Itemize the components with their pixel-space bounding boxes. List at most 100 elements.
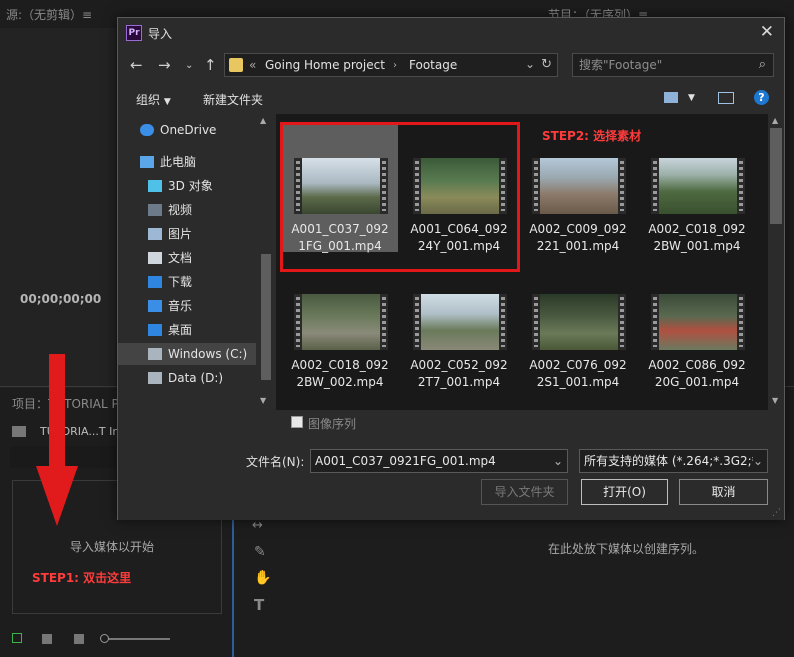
nav-item-downloads[interactable]: 下载 <box>148 271 192 293</box>
address-bar[interactable]: « Going Home project › Footage ⌄ ↻ <box>224 53 558 77</box>
step2-annotation: STEP2: 选择素材 <box>542 129 642 143</box>
file-list: A001_C037_092 1FG_001.mp4 A001_C064_092 24… <box>276 114 768 410</box>
filename-label: 文件名(N): <box>246 455 305 469</box>
nav-item-windows-c[interactable]: Windows (C:) <box>118 343 256 365</box>
breadcrumb-overflow[interactable]: « <box>249 58 256 72</box>
file-tile-8[interactable]: A002_C086_092 20G_001.mp4 <box>639 258 755 389</box>
picture-icon <box>148 228 162 240</box>
view-dropdown-icon[interactable]: ▼ <box>688 93 695 103</box>
nav-item-documents[interactable]: 文档 <box>148 247 192 269</box>
video-thumbnail <box>532 294 626 350</box>
document-icon <box>148 252 162 264</box>
file-tile-6[interactable]: A002_C052_092 2T7_001.mp4 <box>401 258 517 389</box>
caret-down-icon: ▼ <box>163 97 171 107</box>
close-icon[interactable]: ✕ <box>760 22 774 42</box>
drive-icon <box>148 348 162 360</box>
step1-annotation: STEP1: 双击这里 <box>32 571 132 585</box>
timeline-panel[interactable] <box>288 520 794 657</box>
red-arrow-down-icon <box>36 354 78 526</box>
panel-focus-edge <box>232 520 234 657</box>
video-icon <box>148 204 162 216</box>
cube-icon <box>148 180 162 192</box>
import-folder-button[interactable]: 导入文件夹 <box>481 479 568 505</box>
back-arrow-icon[interactable]: ← <box>130 56 143 74</box>
ripple-tool-icon[interactable]: ↔ <box>252 518 263 533</box>
file-name: A002_C052_092 2T7_001.mp4 <box>410 358 508 389</box>
computer-icon <box>140 156 154 168</box>
preview-pane-icon[interactable] <box>718 92 734 104</box>
organize-label: 组织 <box>136 93 161 107</box>
lock-icon[interactable] <box>12 633 22 643</box>
premiere-logo-icon: Pr <box>126 25 142 41</box>
nav-scrollbar-thumb[interactable] <box>261 254 271 380</box>
address-dropdown-icon[interactable]: ⌄ <box>525 57 535 71</box>
chevron-down-icon[interactable]: ⌄ <box>752 450 763 472</box>
list-view-icon[interactable] <box>42 634 52 644</box>
source-panel-title[interactable]: 源:（无剪辑）≡ <box>6 6 92 23</box>
search-icon[interactable]: ⌕ <box>759 57 766 72</box>
video-thumbnail <box>651 294 745 350</box>
import-dialog: Pr 导入 ✕ ← → ⌄ ↑ « Going Home project › F… <box>117 17 785 520</box>
hand-tool-icon[interactable]: ✋ <box>254 570 271 586</box>
scroll-down-icon[interactable]: ▼ <box>772 396 778 405</box>
source-timecode[interactable]: 00;00;00;00 <box>20 292 101 306</box>
scroll-down-icon[interactable]: ▼ <box>260 396 266 405</box>
file-scrollbar-thumb[interactable] <box>770 128 782 224</box>
dialog-title: 导入 <box>148 27 173 41</box>
type-tool-icon[interactable]: T <box>254 596 264 614</box>
zoom-slider[interactable] <box>102 638 170 640</box>
cancel-button[interactable]: 取消 <box>679 479 768 505</box>
nav-item-3d-objects[interactable]: 3D 对象 <box>148 175 213 197</box>
search-box[interactable]: ⌕ <box>572 53 774 77</box>
nav-item-onedrive[interactable]: OneDrive <box>140 119 216 141</box>
help-icon[interactable]: ? <box>754 90 769 105</box>
file-tile-5[interactable]: A002_C018_092 2BW_002.mp4 <box>282 258 398 389</box>
nav-item-pictures[interactable]: 图片 <box>148 223 192 245</box>
sequence-hint: 在此处放下媒体以创建序列。 <box>548 542 705 556</box>
video-thumbnail <box>651 158 745 214</box>
scroll-up-icon[interactable]: ▲ <box>260 116 266 125</box>
file-tile-4[interactable]: A002_C018_092 2BW_001.mp4 <box>639 122 755 253</box>
nav-item-desktop[interactable]: 桌面 <box>148 319 192 341</box>
breadcrumb-separator-icon: › <box>393 60 397 71</box>
zoom-slider-handle[interactable] <box>100 634 109 643</box>
video-thumbnail <box>413 294 507 350</box>
icon-view-icon[interactable] <box>74 634 84 644</box>
file-name: A002_C076_092 2S1_001.mp4 <box>529 358 627 389</box>
desktop-icon <box>148 324 162 336</box>
filetype-select[interactable]: 所有支持的媒体 (*.264;*.3G2;* ⌄ <box>579 449 768 473</box>
bin-icon <box>12 426 26 437</box>
music-icon <box>148 300 162 312</box>
dialog-titlebar[interactable]: Pr 导入 ✕ <box>118 18 784 48</box>
resize-grip-icon[interactable]: ⋰ <box>772 508 781 518</box>
chevron-down-icon[interactable]: ⌄ <box>553 450 563 472</box>
forward-arrow-icon[interactable]: → <box>158 56 171 74</box>
pen-tool-icon[interactable]: ✎ <box>254 544 266 560</box>
organize-menu[interactable]: 组织 ▼ <box>136 91 171 108</box>
download-icon <box>148 276 162 288</box>
image-sequence-checkbox[interactable] <box>291 416 303 428</box>
drive-icon <box>148 372 162 384</box>
nav-item-data-d[interactable]: Data (D:) <box>148 367 223 389</box>
up-arrow-icon[interactable]: ↑ <box>204 56 217 74</box>
open-button[interactable]: 打开(O) <box>581 479 668 505</box>
import-hint: 导入媒体以开始 <box>70 540 155 554</box>
refresh-icon[interactable]: ↻ <box>541 57 552 72</box>
file-name: A002_C009_092 221_001.mp4 <box>529 222 627 253</box>
nav-item-music[interactable]: 音乐 <box>148 295 192 317</box>
dialog-bottom: 图像序列 文件名(N): A001_C037_0921FG_001.mp4 ⌄ 所… <box>118 410 784 520</box>
file-tile-7[interactable]: A002_C076_092 2S1_001.mp4 <box>520 258 636 389</box>
recent-dropdown-icon[interactable]: ⌄ <box>185 60 193 71</box>
breadcrumb-going-home[interactable]: Going Home project <box>265 58 385 72</box>
file-name: A002_C086_092 20G_001.mp4 <box>648 358 746 389</box>
search-input[interactable] <box>579 57 749 73</box>
nav-item-videos[interactable]: 视频 <box>148 199 192 221</box>
filename-input[interactable]: A001_C037_0921FG_001.mp4 ⌄ <box>310 449 568 473</box>
breadcrumb-footage[interactable]: Footage <box>409 58 457 72</box>
navigation-pane: OneDrive 此电脑 3D 对象 视频 图片 文档 下载 音乐 桌面 Win… <box>118 114 274 410</box>
view-options-icon[interactable] <box>664 92 678 103</box>
scroll-up-icon[interactable]: ▲ <box>772 116 778 125</box>
new-folder-button[interactable]: 新建文件夹 <box>203 91 263 108</box>
nav-item-this-pc[interactable]: 此电脑 <box>140 151 196 173</box>
navigation-bar: ← → ⌄ ↑ « Going Home project › Footage ⌄… <box>118 48 784 82</box>
